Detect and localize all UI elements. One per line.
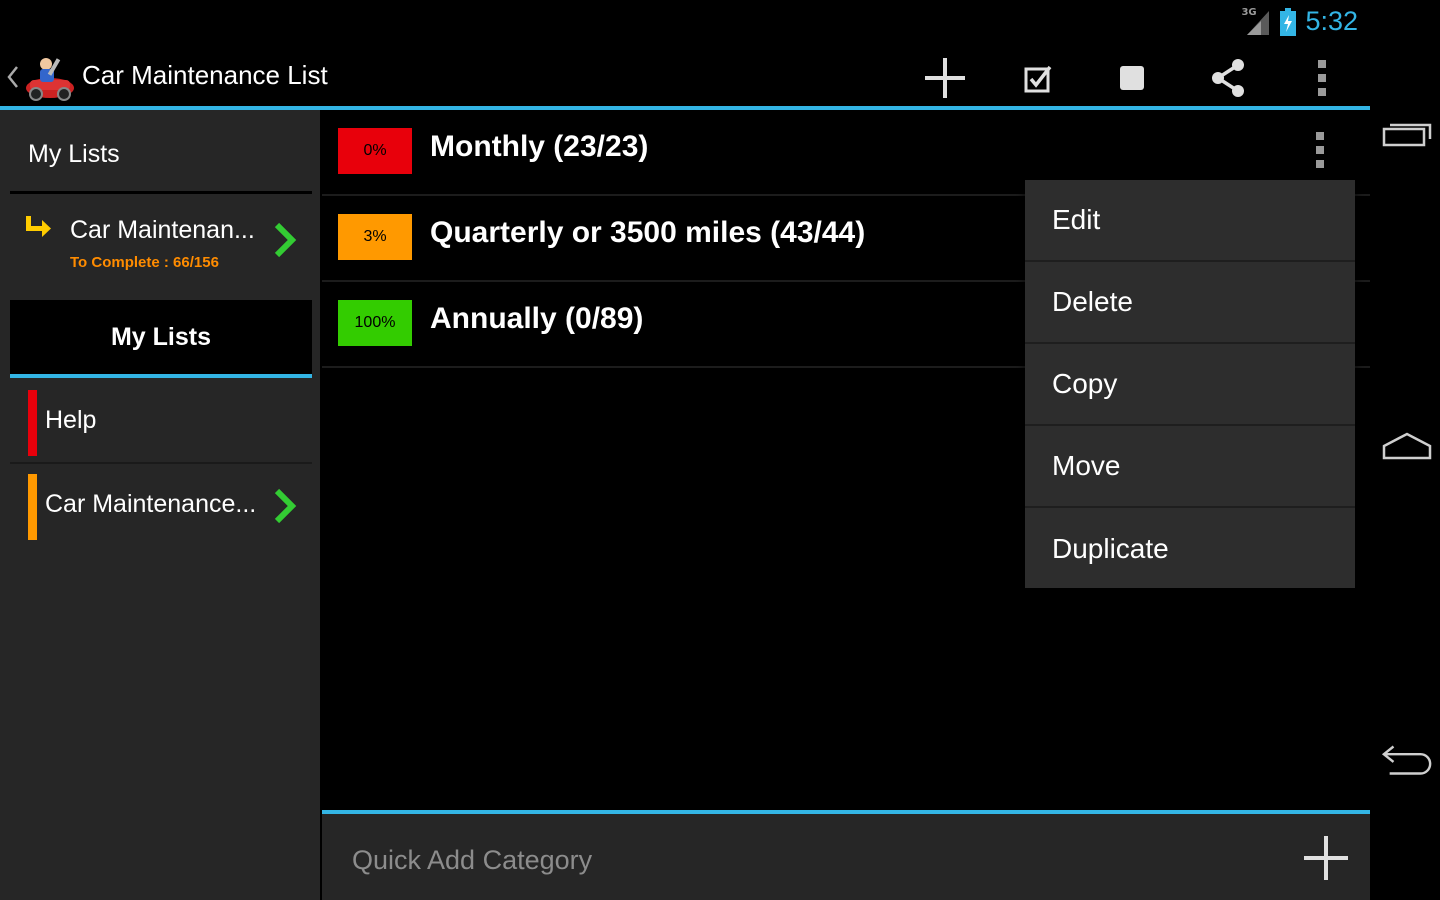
menu-item-duplicate[interactable]: Duplicate	[1025, 508, 1355, 590]
stop-icon	[1120, 66, 1144, 90]
tab-my-lists-label: My Lists	[110, 322, 212, 351]
add-icon	[925, 58, 965, 98]
home-icon	[1382, 432, 1432, 460]
return-arrow-icon	[26, 216, 51, 237]
back-button[interactable]	[1380, 740, 1434, 780]
overflow-icon	[1318, 60, 1326, 96]
share-button[interactable]	[1198, 54, 1258, 102]
sidebar-item-car-maintenance[interactable]: Car Maintenance...	[10, 466, 312, 548]
sidebar-item-label: Help	[45, 406, 97, 434]
uncheck-all-button[interactable]	[1102, 54, 1162, 102]
chevron-right-icon	[274, 222, 297, 258]
recent-apps-icon	[1382, 123, 1432, 147]
menu-item-move[interactable]: Move	[1025, 426, 1355, 508]
clock: 5:32	[1305, 6, 1358, 36]
current-list-title: Car Maintenan...	[70, 216, 255, 244]
category-label: Monthly (23/23)	[430, 130, 649, 163]
row-overflow-icon[interactable]	[1310, 128, 1330, 172]
progress-badge: 0%	[338, 128, 412, 174]
current-list-progress: To Complete : 66/156	[70, 254, 219, 271]
category-label: Annually (0/89)	[430, 302, 644, 335]
app-title: Car Maintenance List	[82, 60, 328, 90]
up-chevron-icon[interactable]	[6, 64, 20, 90]
share-icon	[1212, 59, 1244, 97]
back-icon	[1381, 745, 1432, 775]
action-bar: Car Maintenance List	[0, 46, 1370, 110]
battery-icon	[1279, 7, 1297, 36]
sidebar: My Lists Car Maintenan... To Complete : …	[0, 110, 320, 900]
sidebar-header-label: My Lists	[28, 140, 120, 168]
home-button[interactable]	[1380, 426, 1434, 466]
category-label: Quarterly or 3500 miles (43/44)	[430, 216, 866, 249]
status-icons: 3G 5:32	[1241, 6, 1358, 37]
color-tag	[28, 390, 37, 456]
recent-apps-button[interactable]	[1380, 114, 1434, 154]
quick-add-category-input[interactable]	[352, 838, 1252, 882]
status-bar: 3G 5:32	[0, 0, 1370, 46]
color-tag	[28, 474, 37, 540]
add-list-button[interactable]	[915, 54, 975, 102]
progress-badge: 100%	[338, 300, 412, 346]
menu-item-edit[interactable]: Edit	[1025, 180, 1355, 262]
checkbox-icon	[1024, 65, 1052, 93]
signal-icon: 3G	[1241, 7, 1271, 37]
overflow-menu-button[interactable]	[1292, 54, 1352, 102]
quick-add-bar	[322, 810, 1370, 900]
system-nav-bar	[1370, 0, 1440, 900]
app-logo-icon[interactable]	[20, 52, 76, 102]
sidebar-current-list[interactable]: Car Maintenan... To Complete : 66/156	[10, 196, 312, 298]
chevron-right-icon	[274, 488, 297, 524]
context-menu: Edit Delete Copy Move Duplicate	[1025, 180, 1355, 588]
sidebar-item-help[interactable]: Help	[10, 382, 312, 464]
tab-my-lists[interactable]: My Lists	[10, 300, 312, 378]
add-category-icon[interactable]	[1302, 834, 1350, 882]
menu-item-delete[interactable]: Delete	[1025, 262, 1355, 344]
check-all-button[interactable]	[1009, 54, 1069, 102]
sidebar-header[interactable]: My Lists	[10, 110, 312, 194]
sidebar-item-label: Car Maintenance...	[45, 490, 257, 518]
progress-badge: 3%	[338, 214, 412, 260]
menu-item-copy[interactable]: Copy	[1025, 344, 1355, 426]
